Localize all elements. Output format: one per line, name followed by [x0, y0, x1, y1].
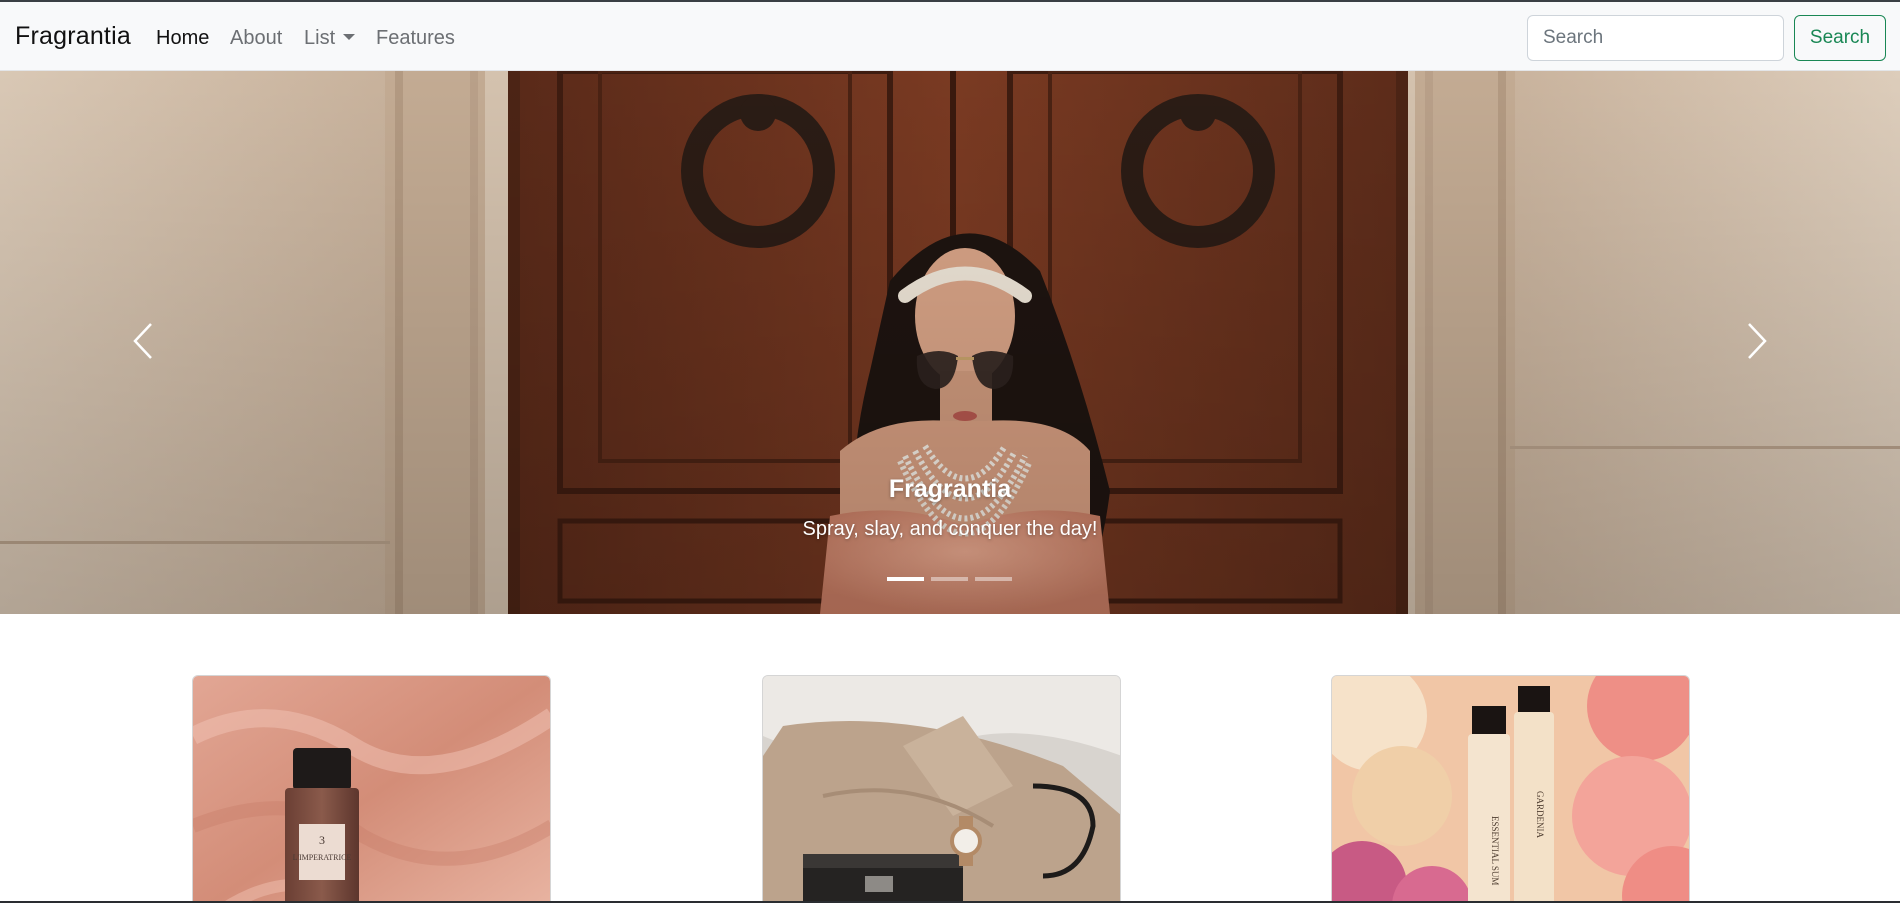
- carousel-indicator[interactable]: [975, 577, 1012, 581]
- nav-dropdown-list[interactable]: List: [304, 27, 356, 50]
- nav-dropdown-list-label: List: [304, 27, 336, 49]
- carousel-indicators: [887, 577, 1012, 581]
- navbar: Fragrantia Home About List Features Sear…: [0, 2, 1900, 71]
- carousel-prev-button[interactable]: [123, 316, 163, 366]
- card-image-handbag: [763, 676, 1120, 903]
- bottle-number-text: 3: [319, 833, 325, 847]
- nav-link-about[interactable]: About: [230, 27, 282, 50]
- bottle-label-text: L'IMPERATRICE: [293, 853, 352, 862]
- brand-logo[interactable]: Fragrantia: [15, 22, 131, 51]
- chevron-right-icon: [1748, 323, 1767, 359]
- product-card[interactable]: ESSENTIAL SUM GARDENIA: [1331, 675, 1690, 903]
- card-image-perfume-vials-flowers: ESSENTIAL SUM GARDENIA: [1332, 676, 1689, 903]
- carousel-next-button[interactable]: [1737, 316, 1777, 366]
- vial-label-gardenia: GARDENIA: [1535, 791, 1545, 838]
- carousel-caption-title: Fragrantia: [888, 475, 1012, 503]
- nav-link-home[interactable]: Home: [156, 27, 209, 50]
- product-card[interactable]: 3 L'IMPERATRICE: [192, 675, 551, 903]
- carousel-indicator[interactable]: [887, 577, 924, 581]
- search-button[interactable]: Search: [1794, 15, 1886, 61]
- carousel-caption-subtitle: Spray, slay, and conquer the day!: [802, 518, 1098, 540]
- vial-label-essential: ESSENTIAL SUM: [1490, 816, 1500, 885]
- search-input[interactable]: [1527, 15, 1784, 61]
- caret-down-icon: [343, 34, 356, 40]
- carousel-indicator[interactable]: [931, 577, 968, 581]
- nav-link-features[interactable]: Features: [376, 27, 455, 50]
- card-image-perfume-bottle: 3 L'IMPERATRICE: [193, 676, 550, 903]
- hero-carousel: Fragrantia Spray, slay, and conquer the …: [0, 71, 1900, 614]
- chevron-left-icon: [133, 323, 152, 359]
- product-card[interactable]: [762, 675, 1121, 903]
